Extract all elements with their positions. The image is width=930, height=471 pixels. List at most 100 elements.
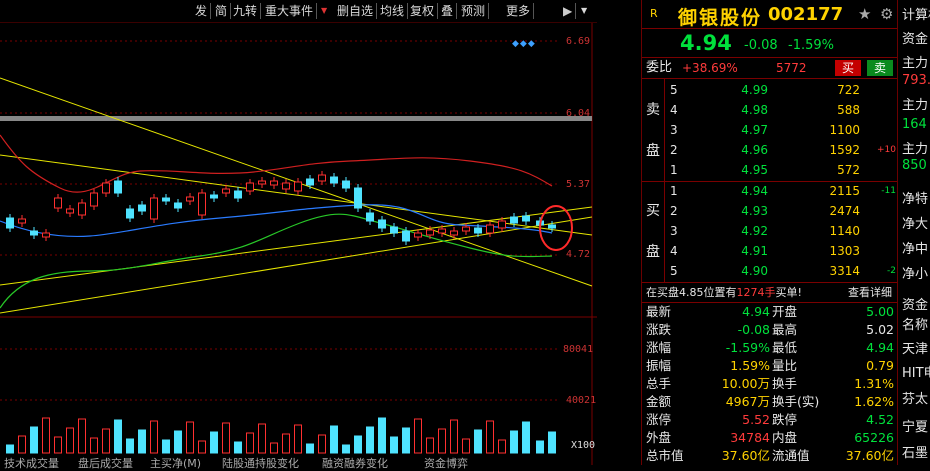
price-tick-1: 6.69 xyxy=(566,36,591,47)
stat-label-left-4: 振幅 xyxy=(646,358,672,373)
asks-price-4: 4.96 xyxy=(741,143,768,157)
volume-bar-36 xyxy=(426,437,434,454)
stat-value-right-7: 4.52 xyxy=(866,412,894,427)
side-line-1: 计算机 xyxy=(902,8,930,23)
rating-badge[interactable]: R xyxy=(650,7,658,20)
settings-gear-icon[interactable]: ⚙ xyxy=(880,5,893,23)
toolbar-moving-average-button[interactable]: 均线 xyxy=(377,3,409,19)
volume-bar-11 xyxy=(126,438,134,454)
stat-label-left-3: 涨幅 xyxy=(646,340,672,355)
volume-bar-46 xyxy=(548,431,556,454)
bids-volume-1: 2115 xyxy=(829,184,860,198)
stat-value-right-6: 1.62% xyxy=(854,394,894,409)
toolbar-jiuzhuan-button[interactable]: 九转 xyxy=(230,3,262,19)
candle-body-42 xyxy=(498,220,506,229)
stat-value-left-5: 10.00万 xyxy=(721,376,770,391)
toolbar-adjust-button[interactable]: 复权 xyxy=(407,3,439,19)
bids-volume-3: 1140 xyxy=(829,224,860,238)
side-line-8: 850 xyxy=(902,158,927,173)
candle-body-4 xyxy=(42,232,50,238)
trendline-3 xyxy=(0,206,593,286)
buy-button[interactable]: 买 xyxy=(835,60,861,76)
volume-bar-9 xyxy=(102,428,110,454)
stat-label-right-7: 跌停 xyxy=(772,412,798,427)
indicator-tab-5[interactable]: 融资融券变化 xyxy=(322,455,388,471)
toolbar-overlay-button[interactable]: 叠 xyxy=(438,3,458,19)
candle-body-28 xyxy=(330,176,338,184)
indicator-tab-2[interactable]: 盘后成交量 xyxy=(78,455,133,471)
events-dropdown-icon[interactable]: ▼ xyxy=(318,3,330,19)
indicator-tab-3[interactable]: 主买净(M) xyxy=(150,455,201,471)
asks-volume-2: 588 xyxy=(837,103,860,117)
toolbar-remove-favorite-button[interactable]: 删自选 xyxy=(334,3,378,19)
asks-price-3: 4.97 xyxy=(741,123,768,137)
bids-level-5: 5 xyxy=(670,264,678,278)
stock-code: 002177 xyxy=(768,4,844,25)
kline-svg[interactable] xyxy=(0,23,597,465)
asks-volume-1: 722 xyxy=(837,83,860,97)
candle-body-27 xyxy=(318,174,326,182)
volume-bar-28 xyxy=(330,425,338,454)
stat-label-right-2: 最高 xyxy=(772,322,798,337)
bids-level-3: 3 xyxy=(670,224,678,238)
stat-value-left-9: 37.60亿 xyxy=(721,448,770,463)
weicha-value: 5772 xyxy=(776,61,807,75)
volume-unit: X100 xyxy=(571,440,596,451)
toolbar-dropdown-icon[interactable]: ▼ xyxy=(578,3,590,19)
candle-body-23 xyxy=(270,180,278,186)
volume-bar-42 xyxy=(498,439,506,454)
volume-bar-14 xyxy=(162,439,170,454)
bids-volume-2: 2474 xyxy=(829,204,860,218)
toolbar-fa-button[interactable]: 发 xyxy=(192,3,212,19)
stat-label-right-5: 换手 xyxy=(772,376,798,391)
notice-prefix: 在买盘4.85位置有 xyxy=(646,286,737,299)
candle-body-44 xyxy=(522,215,530,222)
volume-bar-3 xyxy=(30,426,38,454)
candle-body-41 xyxy=(486,224,494,234)
view-detail-link[interactable]: 查看详细 xyxy=(848,283,892,303)
toolbar-expand-icon[interactable]: ▶ xyxy=(560,3,577,19)
toolbar-major-events-button[interactable]: 重大事件 xyxy=(262,3,318,19)
candle-body-25 xyxy=(294,181,302,192)
fund-flow-panel: 计算机资金主力793.主力164主力850净特净大净中净小资金名称天津HIT电芬… xyxy=(897,0,930,465)
candle-body-8 xyxy=(90,192,98,207)
volume-bar-10 xyxy=(114,419,122,454)
indicator-tab-1[interactable]: 技术成交量 xyxy=(4,455,59,471)
bid-side-label-2: 盘 xyxy=(646,244,660,260)
indicator-tab-4[interactable]: 陆股通持股变化 xyxy=(222,455,299,471)
favorite-star-icon[interactable]: ★ xyxy=(858,5,871,23)
side-line-5: 主力 xyxy=(902,98,929,113)
toolbar-more-button[interactable]: 更多 xyxy=(503,3,535,19)
sell-button[interactable]: 卖 xyxy=(867,60,893,76)
candle-body-3 xyxy=(30,230,38,236)
side-line-2: 资金 xyxy=(902,32,929,47)
toolbar-forecast-button[interactable]: 预测 xyxy=(458,3,490,19)
candle-body-21 xyxy=(246,182,254,192)
toolbar-jian-button[interactable]: 简 xyxy=(212,3,232,19)
candle-body-46 xyxy=(548,224,556,229)
volume-bar-19 xyxy=(222,422,230,454)
volume-bar-1 xyxy=(6,444,14,454)
volume-bar-8 xyxy=(90,437,98,454)
stat-label-left-9: 总市值 xyxy=(646,448,684,463)
candle-body-7 xyxy=(78,202,86,216)
candle-body-13 xyxy=(150,197,158,220)
indicator-tab-6[interactable]: 资金博弈 xyxy=(424,455,468,471)
side-line-6: 164 xyxy=(902,117,927,132)
stat-label-left-5: 总手 xyxy=(646,376,672,391)
stat-label-left-1: 最新 xyxy=(646,304,672,319)
stat-label-left-2: 涨跌 xyxy=(646,322,672,337)
stat-value-left-3: -1.59% xyxy=(725,340,770,355)
kline-chart[interactable]: 6.69 6.04 5.37 4.72 80041 40021 X100 ◆◆◆… xyxy=(0,23,597,470)
side-line-18: 宁夏 xyxy=(902,420,929,435)
stat-value-left-1: 4.94 xyxy=(742,304,770,319)
side-line-11: 净中 xyxy=(902,242,929,257)
stat-label-right-1: 开盘 xyxy=(772,304,798,319)
bids-change-3 xyxy=(864,221,896,241)
volume-bar-44 xyxy=(522,421,530,454)
stat-label-right-9: 流通值 xyxy=(772,448,810,463)
volume-bar-23 xyxy=(270,442,278,454)
volume-bar-41 xyxy=(486,420,494,454)
volume-bar-31 xyxy=(366,426,374,454)
volume-bar-7 xyxy=(78,418,86,454)
